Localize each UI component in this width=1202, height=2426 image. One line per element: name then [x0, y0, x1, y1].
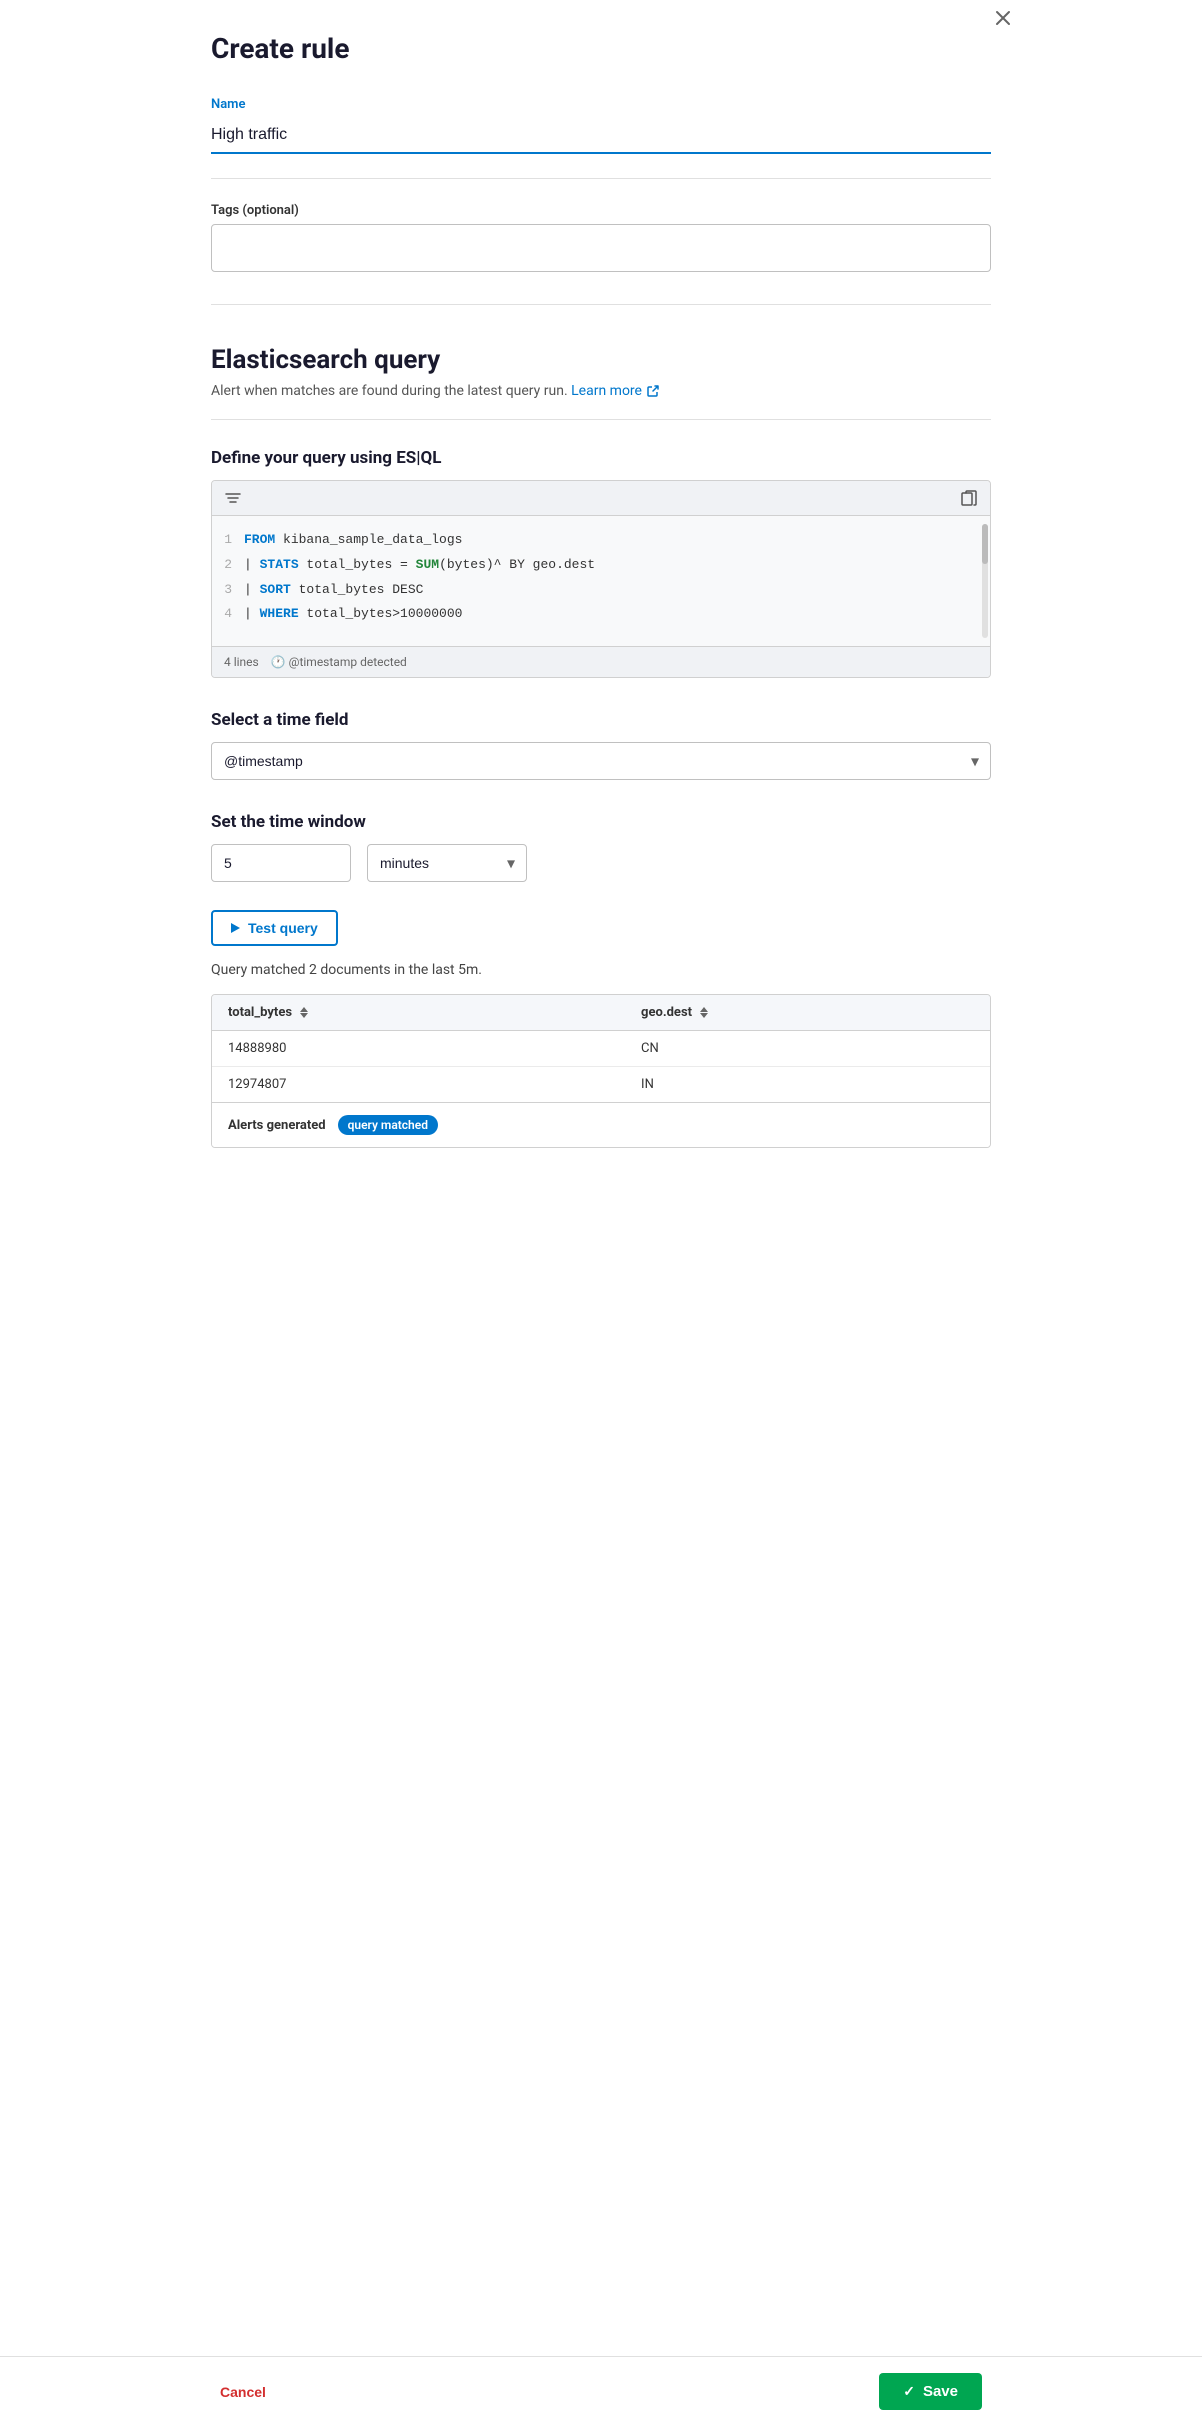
- table-row: 14888980 CN: [212, 1031, 990, 1067]
- time-window-inputs: seconds minutes hours days ▾: [211, 844, 991, 882]
- query-matched-badge: query matched: [338, 1115, 438, 1135]
- unit-select-wrapper: seconds minutes hours days ▾: [367, 844, 527, 882]
- scrollbar-track[interactable]: [982, 524, 988, 638]
- time-window-number-input[interactable]: [211, 844, 351, 882]
- timestamp-detected: 🕐 @timestamp detected: [271, 655, 407, 669]
- time-window-section: Set the time window seconds minutes hour…: [211, 812, 991, 882]
- time-field-section: Select a time field @timestamp ▾: [211, 710, 991, 780]
- tags-label: Tags (optional): [211, 203, 991, 218]
- query-result-text: Query matched 2 documents in the last 5m…: [211, 962, 991, 978]
- results-table-body: 14888980 CN 12974807 IN: [212, 1031, 990, 1103]
- checkmark-icon: ✓: [903, 2383, 915, 2400]
- cell-geo-dest-1: CN: [625, 1031, 990, 1067]
- divider-2: [211, 304, 991, 305]
- results-table-head: total_bytes geo.dest: [212, 995, 990, 1031]
- sort-icon-geo-dest: [700, 1007, 708, 1018]
- lines-count: 4 lines: [224, 655, 259, 669]
- code-body[interactable]: 1 FROM kibana_sample_data_logs 2 | STATS…: [212, 516, 990, 646]
- cell-geo-dest-2: IN: [625, 1067, 990, 1103]
- save-label: Save: [923, 2383, 958, 2400]
- filter-icon[interactable]: [224, 489, 242, 507]
- name-label: Name: [211, 97, 991, 112]
- footer-bar: Cancel ✓ Save: [0, 2356, 1202, 2426]
- code-editor-toolbar: [212, 481, 990, 516]
- time-field-select-wrapper: @timestamp ▾: [211, 742, 991, 780]
- page-title: Create rule: [211, 32, 991, 65]
- learn-more-link[interactable]: Learn more: [571, 383, 659, 399]
- test-query-label: Test query: [248, 920, 318, 936]
- cell-total-bytes-2: 12974807: [212, 1067, 625, 1103]
- copy-icon[interactable]: [960, 489, 978, 507]
- results-table-container: total_bytes geo.dest: [211, 994, 991, 1148]
- alerts-generated-row: Alerts generated query matched: [212, 1102, 990, 1147]
- divider-3: [211, 419, 991, 420]
- define-query-title: Define your query using ES|QL: [211, 448, 991, 468]
- close-button[interactable]: [995, 10, 1011, 31]
- col-header-total-bytes[interactable]: total_bytes: [212, 995, 625, 1031]
- cancel-button[interactable]: Cancel: [220, 2376, 266, 2408]
- name-input[interactable]: [211, 118, 991, 154]
- es-query-section: Elasticsearch query Alert when matches a…: [211, 345, 991, 399]
- code-editor: 1 FROM kibana_sample_data_logs 2 | STATS…: [211, 480, 991, 678]
- es-query-title: Elasticsearch query: [211, 345, 991, 375]
- time-field-select[interactable]: @timestamp: [211, 742, 991, 780]
- code-footer: 4 lines 🕐 @timestamp detected: [212, 646, 990, 677]
- code-line-3: 3 | SORT total_bytes DESC: [212, 578, 990, 603]
- time-field-title: Select a time field: [211, 710, 991, 730]
- time-window-title: Set the time window: [211, 812, 991, 832]
- test-query-section: Test query Query matched 2 documents in …: [211, 910, 991, 1148]
- es-query-description: Alert when matches are found during the …: [211, 383, 991, 399]
- name-field-group: Name: [211, 97, 991, 154]
- results-table: total_bytes geo.dest: [212, 995, 990, 1102]
- code-line-1: 1 FROM kibana_sample_data_logs: [212, 528, 990, 553]
- results-header-row: total_bytes geo.dest: [212, 995, 990, 1031]
- cell-total-bytes-1: 14888980: [212, 1031, 625, 1067]
- time-window-unit-select[interactable]: seconds minutes hours days: [367, 844, 527, 882]
- sort-icon-total-bytes: [300, 1007, 308, 1018]
- tags-field-group: Tags (optional): [211, 203, 991, 272]
- define-query-section: Define your query using ES|QL 1: [211, 448, 991, 678]
- divider-1: [211, 178, 991, 179]
- save-button[interactable]: ✓ Save: [879, 2373, 982, 2410]
- play-icon: [231, 923, 240, 933]
- table-row: 12974807 IN: [212, 1067, 990, 1103]
- code-line-2: 2 | STATS total_bytes = SUM(bytes)^ BY g…: [212, 553, 990, 578]
- scrollbar-thumb[interactable]: [982, 524, 988, 564]
- col-header-geo-dest[interactable]: geo.dest: [625, 995, 990, 1031]
- test-query-button[interactable]: Test query: [211, 910, 338, 946]
- code-line-4: 4 | WHERE total_bytes>10000000: [212, 602, 990, 627]
- tags-input[interactable]: [211, 224, 991, 272]
- alerts-label: Alerts generated: [228, 1118, 326, 1133]
